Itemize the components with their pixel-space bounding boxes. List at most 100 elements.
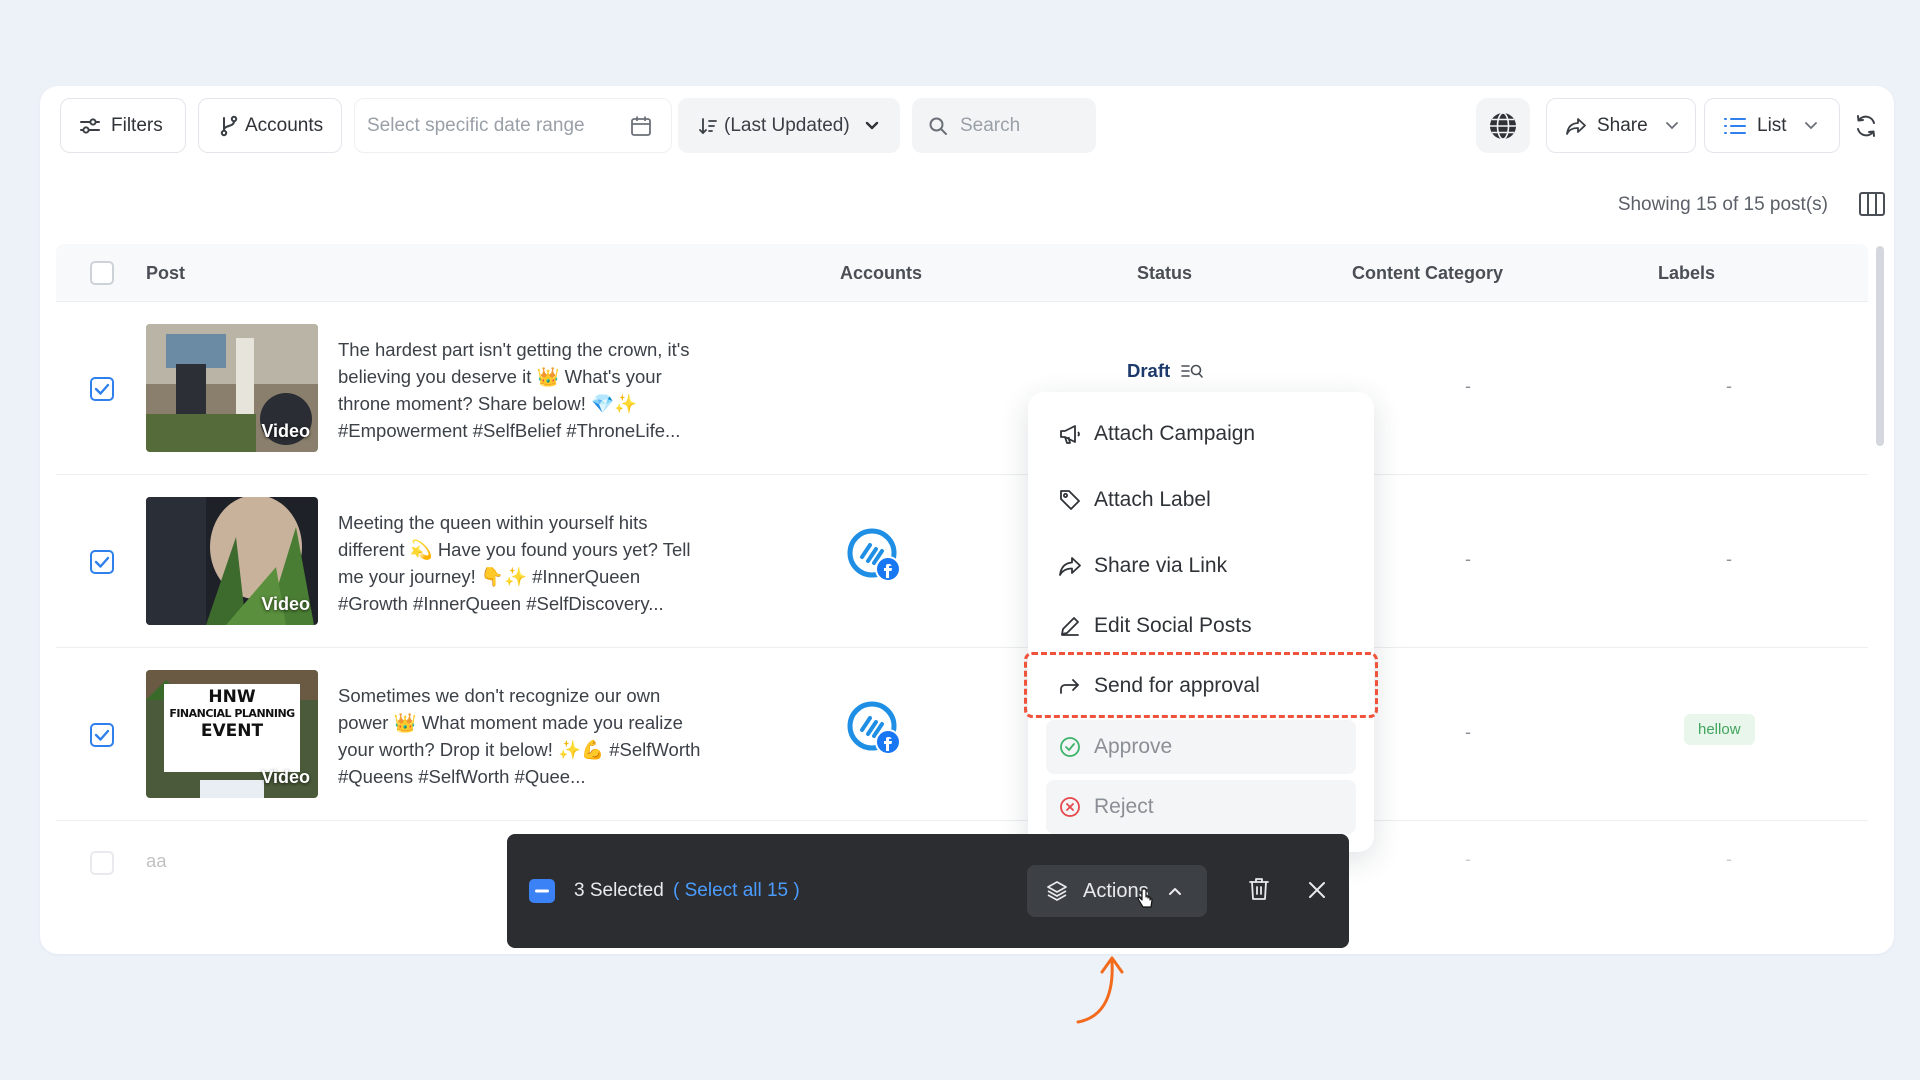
label-value: -	[1726, 849, 1732, 869]
content-category-value: -	[1465, 722, 1471, 742]
refresh-icon	[1854, 114, 1878, 138]
menu-item-label: Send for approval	[1094, 674, 1260, 697]
select-all-checkbox[interactable]	[90, 261, 114, 285]
status-label: Draft	[1127, 360, 1171, 381]
label-chip: hellow	[1684, 714, 1755, 745]
label-value: -	[1726, 549, 1732, 569]
sliders-icon	[79, 116, 101, 136]
video-badge: Video	[261, 421, 310, 441]
thumbnail-title-line: HNW	[208, 687, 256, 707]
sort-icon	[698, 116, 718, 136]
post-caption: aa	[146, 850, 167, 871]
filters-button[interactable]: Filters	[60, 98, 186, 153]
menu-item-attach-label[interactable]: Attach Label	[1058, 488, 1211, 512]
thumbnail-title: HNW FINANCIAL PLANNING EVENT	[164, 688, 300, 740]
branch-icon	[219, 115, 239, 137]
date-range-placeholder: Select specific date range	[367, 114, 585, 136]
share-label: Share	[1597, 114, 1648, 136]
share-icon	[1565, 116, 1587, 136]
calendar-icon	[629, 114, 653, 138]
chevron-up-icon	[1167, 883, 1183, 899]
megaphone-icon	[1058, 422, 1082, 446]
post-thumbnail[interactable]: Video	[146, 497, 318, 625]
close-icon	[1307, 880, 1327, 900]
post-thumbnail[interactable]: Video	[146, 324, 318, 452]
label-value: -	[1726, 376, 1732, 396]
table-row[interactable]: Video Meeting the queen within yourself …	[56, 475, 1868, 648]
facebook-account-icon	[846, 700, 906, 760]
actions-menu: Attach Campaign Attach Label Share via L…	[1028, 392, 1374, 852]
menu-item-label: Share via Link	[1094, 554, 1228, 577]
approval-filter-icon	[1180, 361, 1204, 381]
menu-item-send-for-approval[interactable]: Send for approval	[1058, 674, 1260, 698]
x-circle-icon	[1058, 795, 1082, 819]
chevron-down-icon	[1803, 118, 1819, 134]
delete-button[interactable]	[1247, 876, 1271, 902]
menu-item-label: Edit Social Posts	[1094, 614, 1252, 637]
globe-button[interactable]	[1476, 98, 1530, 153]
menu-item-edit-social-posts[interactable]: Edit Social Posts	[1058, 614, 1252, 638]
annotation-arrow	[1070, 950, 1140, 1030]
status-badge: Draft	[1127, 360, 1204, 382]
menu-item-share-via-link[interactable]: Share via Link	[1058, 554, 1227, 578]
search-input[interactable]: Search	[912, 98, 1096, 153]
refresh-button[interactable]	[1848, 98, 1884, 153]
columns-icon[interactable]	[1858, 190, 1886, 218]
cursor-icon	[1136, 888, 1156, 912]
toolbar: Filters Accounts Select specific date ra…	[40, 86, 1894, 206]
table-header: Post Accounts Status Content Category La…	[56, 244, 1868, 302]
table-row[interactable]: HNW FINANCIAL PLANNING EVENT Video Somet…	[56, 648, 1868, 821]
sort-label: (Last Updated)	[724, 114, 850, 136]
content-category-value: -	[1465, 549, 1471, 569]
table-scrollbar[interactable]	[1876, 246, 1884, 446]
view-label: List	[1757, 114, 1787, 136]
share-icon	[1058, 555, 1082, 577]
accounts-button[interactable]: Accounts	[198, 98, 342, 153]
select-all-link[interactable]: ( Select all 15 )	[673, 880, 800, 902]
chevron-down-icon	[1664, 118, 1680, 134]
sort-dropdown[interactable]: (Last Updated)	[678, 98, 900, 153]
menu-item-label: Attach Campaign	[1094, 422, 1256, 445]
posts-table: Post Accounts Status Content Category La…	[56, 244, 1872, 934]
facebook-account-icon	[846, 527, 906, 587]
pencil-icon	[1058, 614, 1082, 638]
post-caption: Sometimes we don't recognize our own pow…	[338, 685, 701, 787]
menu-item-label: Approve	[1094, 735, 1173, 758]
content-category-value: -	[1465, 849, 1471, 869]
post-thumbnail[interactable]: HNW FINANCIAL PLANNING EVENT Video	[146, 670, 318, 798]
posts-panel: Filters Accounts Select specific date ra…	[40, 86, 1894, 954]
post-caption: Meeting the queen within yourself hits d…	[338, 512, 691, 614]
thumbnail-title-line: FINANCIAL PLANNING	[169, 707, 295, 720]
view-toggle-button[interactable]: List	[1704, 98, 1840, 153]
row-checkbox[interactable]	[90, 723, 114, 747]
column-header-status: Status	[1137, 263, 1193, 283]
row-checkbox[interactable]	[90, 550, 114, 574]
forward-arrow-icon	[1058, 675, 1082, 697]
row-checkbox[interactable]	[90, 377, 114, 401]
video-badge: Video	[261, 594, 310, 614]
close-button[interactable]	[1307, 880, 1327, 900]
column-header-content-category: Content Category	[1352, 263, 1504, 283]
content-category-value: -	[1465, 376, 1471, 396]
column-header-post: Post	[146, 263, 186, 283]
selected-count: 3 Selected	[574, 880, 664, 901]
trash-icon	[1247, 876, 1271, 902]
share-button[interactable]: Share	[1546, 98, 1696, 153]
row-checkbox[interactable]	[90, 851, 114, 875]
table-row[interactable]: Video The hardest part isn't getting the…	[56, 302, 1868, 475]
menu-item-attach-campaign[interactable]: Attach Campaign	[1058, 422, 1255, 446]
menu-item-approve[interactable]: Approve	[1046, 720, 1356, 774]
menu-item-reject[interactable]: Reject	[1046, 780, 1356, 834]
thumbnail-title-line: EVENT	[200, 721, 264, 741]
search-placeholder: Search	[960, 114, 1021, 136]
menu-item-label: Reject	[1094, 795, 1154, 818]
globe-icon	[1488, 111, 1518, 141]
deselect-checkbox[interactable]	[529, 879, 555, 903]
bulk-selection-bar: 3 Selected ( Select all 15 ) Actions	[507, 834, 1349, 948]
date-range-picker[interactable]: Select specific date range	[354, 98, 672, 153]
post-caption: The hardest part isn't getting the crown…	[338, 339, 690, 441]
video-badge: Video	[261, 767, 310, 787]
tag-icon	[1058, 488, 1082, 512]
actions-button[interactable]: Actions	[1027, 865, 1207, 917]
results-count: Showing 15 of 15 post(s)	[1617, 194, 1828, 215]
